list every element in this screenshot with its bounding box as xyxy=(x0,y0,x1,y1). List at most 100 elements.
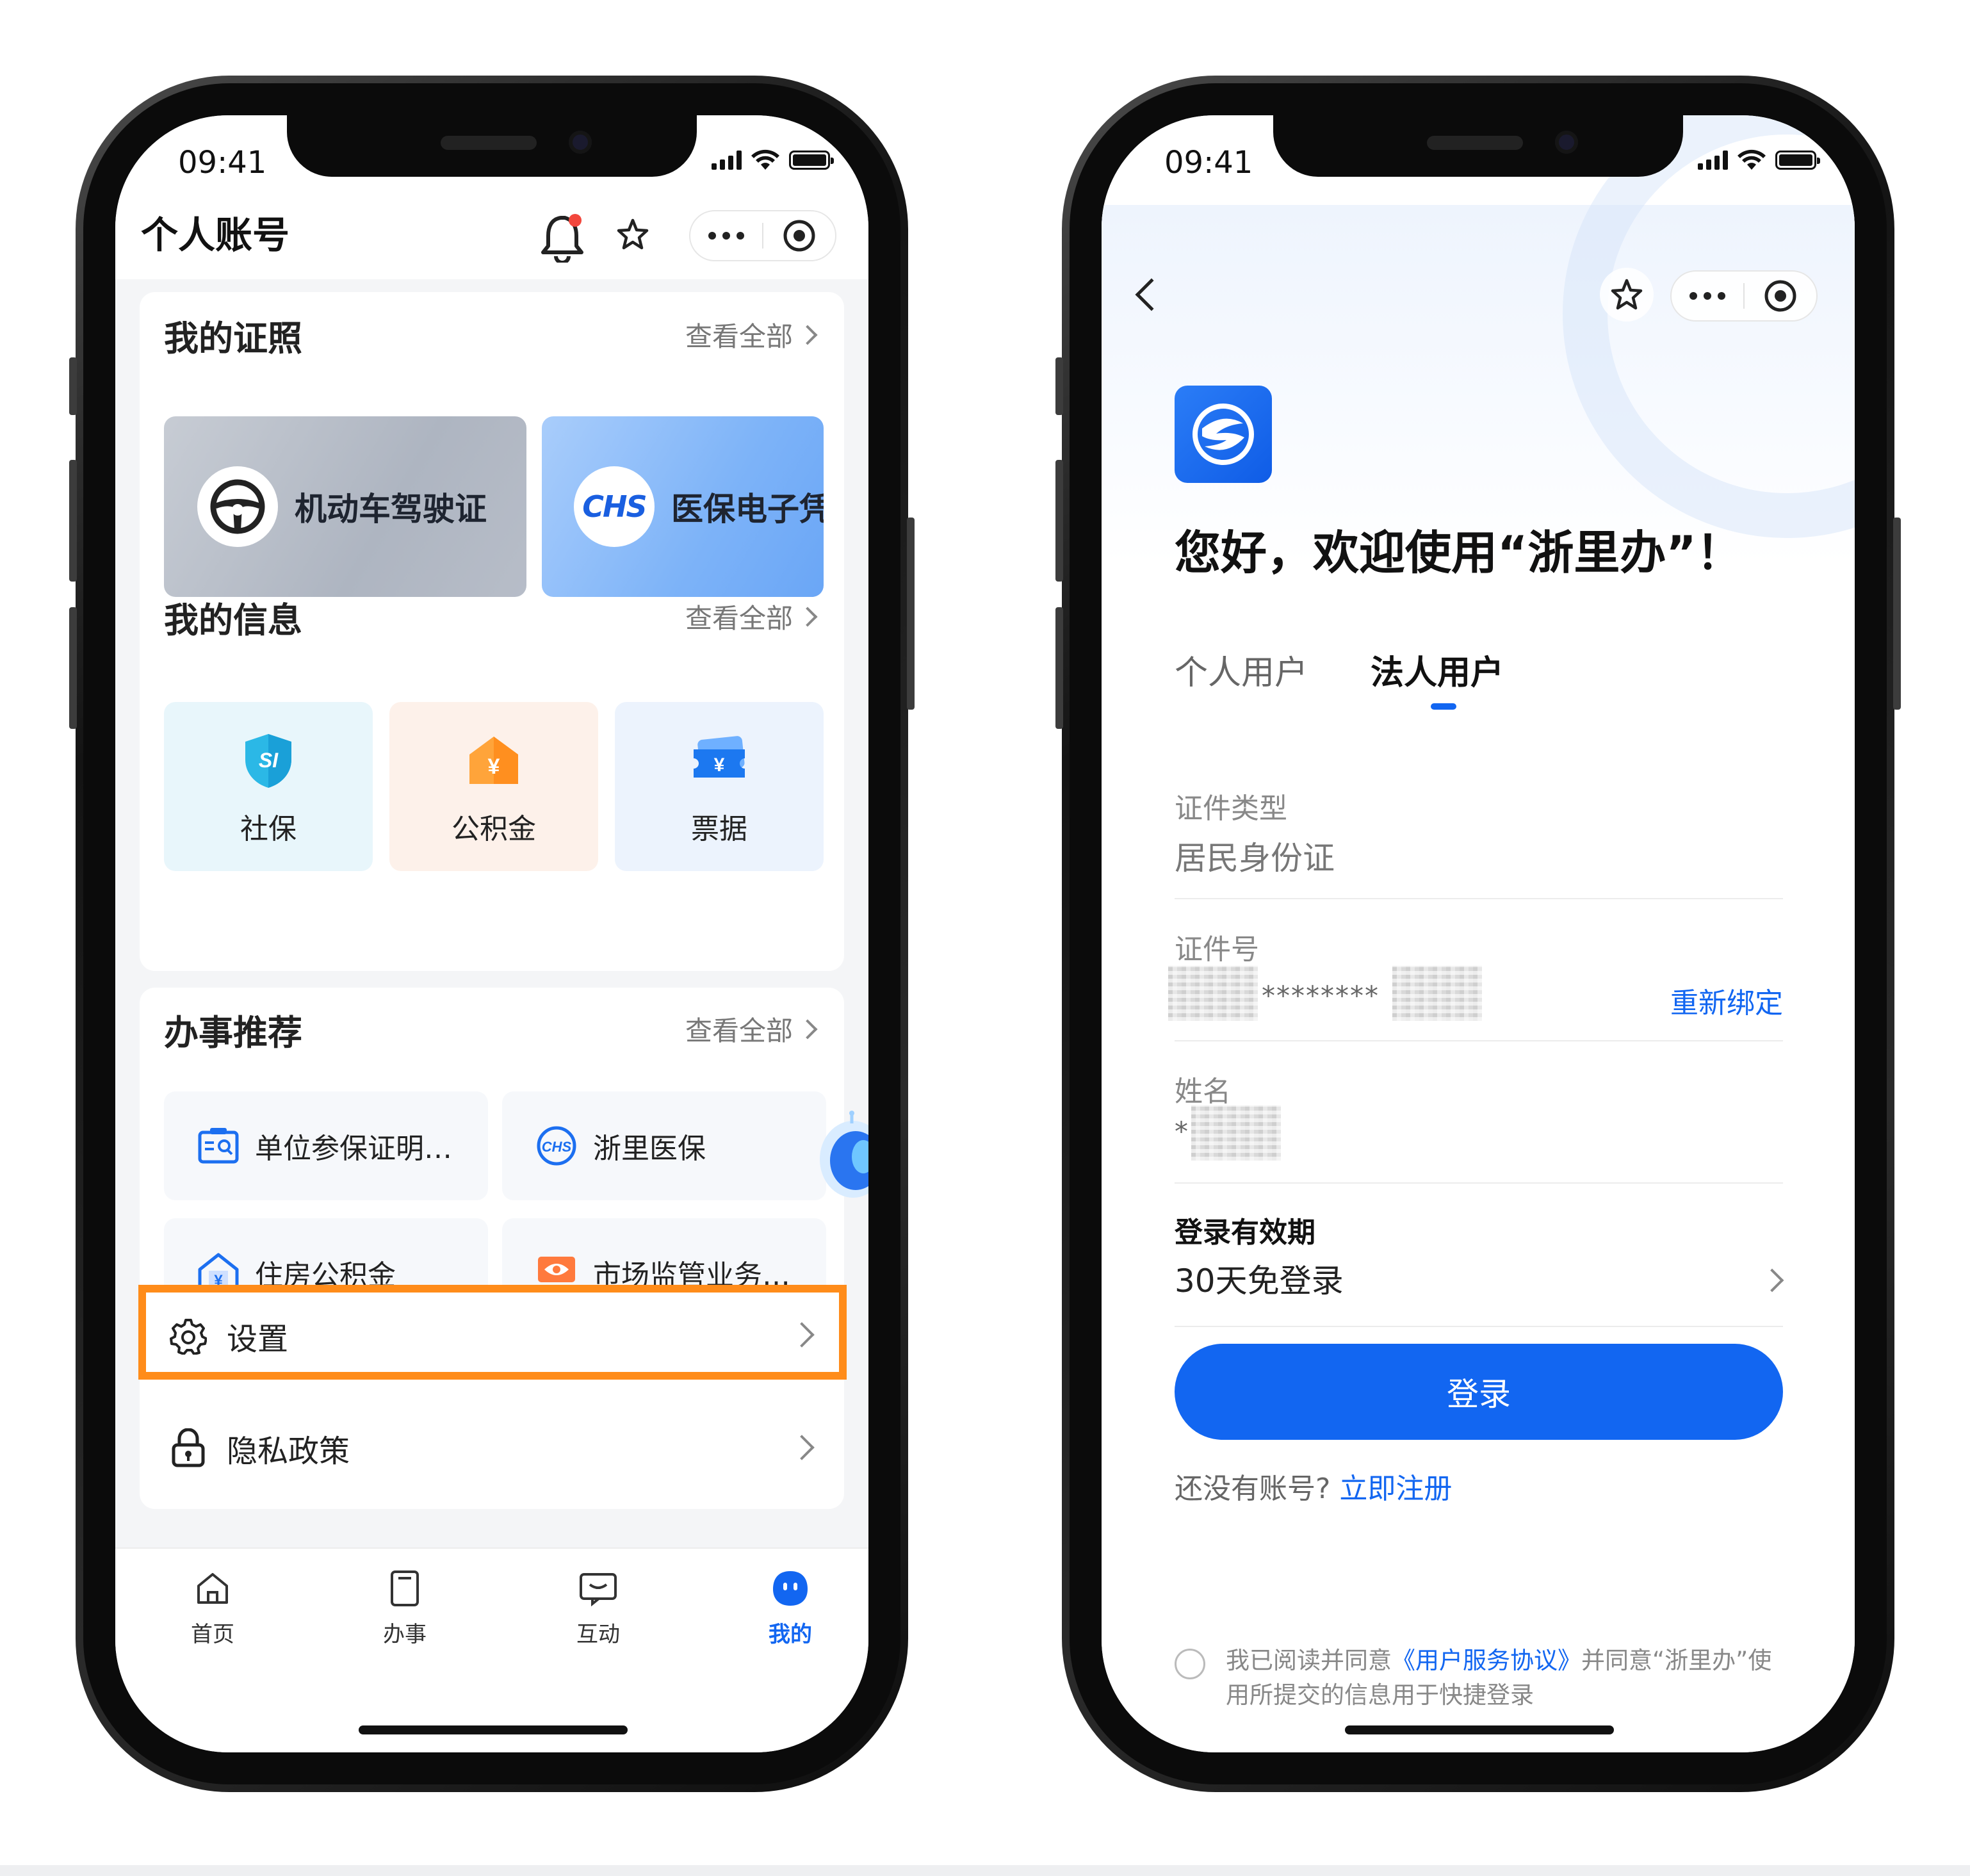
id-type-label: 证件类型 xyxy=(1175,792,1287,825)
star-icon xyxy=(1611,279,1643,310)
battery-icon xyxy=(789,151,834,170)
tab-bar: 首页 办事 互动 我的 xyxy=(115,1547,868,1752)
ticket-yuan-icon: ¥ xyxy=(688,730,750,792)
status-icons xyxy=(712,145,834,175)
register-prompt-text: 还没有账号? xyxy=(1175,1472,1331,1505)
document-icon xyxy=(384,1568,425,1609)
list-item-label: 设置 xyxy=(227,1321,289,1357)
tab-interact[interactable]: 互动 xyxy=(547,1568,649,1648)
recommend-item-label: 浙里医保 xyxy=(593,1132,706,1165)
svg-text:¥: ¥ xyxy=(488,754,500,779)
close-miniapp-button[interactable] xyxy=(1745,272,1816,320)
info-tile-social-security[interactable]: SI 社保 xyxy=(164,702,373,871)
list-item-settings[interactable]: 设置 xyxy=(140,1285,844,1387)
status-time: 09:41 xyxy=(1164,145,1253,181)
info-see-all[interactable]: 查看全部 xyxy=(685,597,818,636)
screen-account: 09:41 个人账号 我的证照 查看全部 机动车驾驶证 CHS 医保电子凭 我的… xyxy=(115,115,868,1752)
id-number-mask: ******** xyxy=(1262,980,1380,1011)
recommend-item-insurance-certificate[interactable]: 单位参保证明… xyxy=(164,1091,488,1200)
welcome-heading: 您好，欢迎使用“浙里办”！ xyxy=(1175,526,1743,580)
signal-icon xyxy=(712,151,742,170)
phone-volume-down xyxy=(1055,607,1063,729)
svg-text:CHS: CHS xyxy=(542,1139,572,1155)
info-tile-label: 社保 xyxy=(240,813,297,845)
phone-mute-switch xyxy=(69,357,77,415)
tab-personal-user[interactable]: 个人用户 xyxy=(1175,646,1308,694)
phone-volume-down xyxy=(69,607,77,729)
status-time: 09:41 xyxy=(178,145,267,181)
licenses-title: 我的证照 xyxy=(164,318,302,359)
favorite-button[interactable] xyxy=(606,208,660,261)
rebind-link[interactable]: 重新绑定 xyxy=(1670,980,1783,1021)
register-link[interactable]: 立即注册 xyxy=(1339,1472,1452,1505)
screen-login: 09:41 您好，欢迎使用“浙里办”！ 个人用户 法人用户 证件类型 居民身份证… xyxy=(1102,115,1855,1752)
wifi-icon xyxy=(751,149,779,170)
recommend-see-all[interactable]: 查看全部 xyxy=(685,1009,818,1048)
more-button[interactable] xyxy=(1672,272,1743,320)
chevron-right-icon xyxy=(789,1435,815,1460)
tab-services[interactable]: 办事 xyxy=(354,1568,456,1648)
chevron-right-icon xyxy=(797,324,818,345)
active-tab-indicator xyxy=(1431,703,1456,710)
steering-wheel-icon xyxy=(197,466,278,547)
tab-label: 首页 xyxy=(191,1622,234,1647)
id-number-label: 证件号 xyxy=(1175,933,1259,966)
recommend-item-medical-insurance[interactable]: CHS 浙里医保 xyxy=(502,1091,826,1200)
target-icon xyxy=(783,220,815,252)
battery-icon xyxy=(1775,151,1820,170)
login-validity-value[interactable]: 30天免登录 xyxy=(1175,1255,1344,1301)
licenses-see-all[interactable]: 查看全部 xyxy=(685,315,818,354)
tab-corporate-user[interactable]: 法人用户 xyxy=(1371,646,1504,694)
agreement-pre: 我已阅读并同意 xyxy=(1226,1647,1392,1674)
shield-si-icon: SI xyxy=(238,730,299,792)
home-indicator xyxy=(1345,1725,1614,1734)
more-dots-icon xyxy=(708,232,744,240)
divider xyxy=(1175,1326,1783,1327)
license-card-medical[interactable]: CHS 医保电子凭 xyxy=(542,416,824,597)
phone-volume-up xyxy=(1055,460,1063,582)
id-type-value[interactable]: 居民身份证 xyxy=(1175,833,1335,879)
star-icon xyxy=(617,218,649,250)
agreement-checkbox[interactable] xyxy=(1175,1649,1205,1679)
phone-right: 09:41 您好，欢迎使用“浙里办”！ 个人用户 法人用户 证件类型 居民身份证… xyxy=(1055,76,1901,1792)
divider xyxy=(1175,1040,1783,1041)
divider xyxy=(1175,1182,1783,1184)
license-card-driver[interactable]: 机动车驾驶证 xyxy=(164,416,526,597)
status-icons xyxy=(1698,145,1820,175)
miniapp-capsule xyxy=(689,210,836,261)
login-button[interactable]: 登录 xyxy=(1175,1344,1783,1440)
redacted-pixel-block xyxy=(1392,966,1482,1021)
tab-label: 我的 xyxy=(769,1622,812,1647)
info-tile-housing-fund[interactable]: ¥ 公积金 xyxy=(389,702,598,871)
notch xyxy=(1273,115,1683,177)
phone-power-button xyxy=(907,518,915,710)
phone-mute-switch xyxy=(1055,357,1063,415)
chevron-right-icon xyxy=(797,606,818,627)
see-all-label: 查看全部 xyxy=(685,1015,793,1047)
login-validity-label: 登录有效期 xyxy=(1175,1216,1315,1249)
tab-mine[interactable]: 我的 xyxy=(739,1568,842,1648)
chs-badge-icon: CHS xyxy=(534,1123,579,1168)
list-item-privacy[interactable]: 隐私政策 xyxy=(140,1387,844,1509)
favorite-button[interactable] xyxy=(1600,268,1654,322)
close-miniapp-button[interactable] xyxy=(763,211,835,260)
name-mask: * xyxy=(1175,1116,1189,1147)
assistant-robot-icon[interactable] xyxy=(815,1111,868,1207)
svg-text:SI: SI xyxy=(259,749,279,772)
more-button[interactable] xyxy=(690,211,762,260)
phone-volume-up xyxy=(69,460,77,582)
tab-home[interactable]: 首页 xyxy=(161,1568,264,1648)
license-label: 医保电子凭 xyxy=(671,491,824,528)
user-agreement-link[interactable]: 《用户服务协议》 xyxy=(1392,1647,1581,1674)
bell-icon[interactable] xyxy=(539,213,587,265)
target-icon xyxy=(1764,280,1796,312)
home-indicator xyxy=(359,1725,628,1734)
id-card-icon xyxy=(196,1123,241,1168)
home-icon xyxy=(192,1568,233,1609)
lock-icon xyxy=(169,1428,208,1467)
register-prompt: 还没有账号? 立即注册 xyxy=(1175,1465,1452,1506)
info-tile-receipts[interactable]: ¥ 票据 xyxy=(615,702,824,871)
wifi-icon xyxy=(1738,149,1766,170)
page-bottom-band xyxy=(0,1865,1970,1876)
signal-icon xyxy=(1698,151,1728,170)
